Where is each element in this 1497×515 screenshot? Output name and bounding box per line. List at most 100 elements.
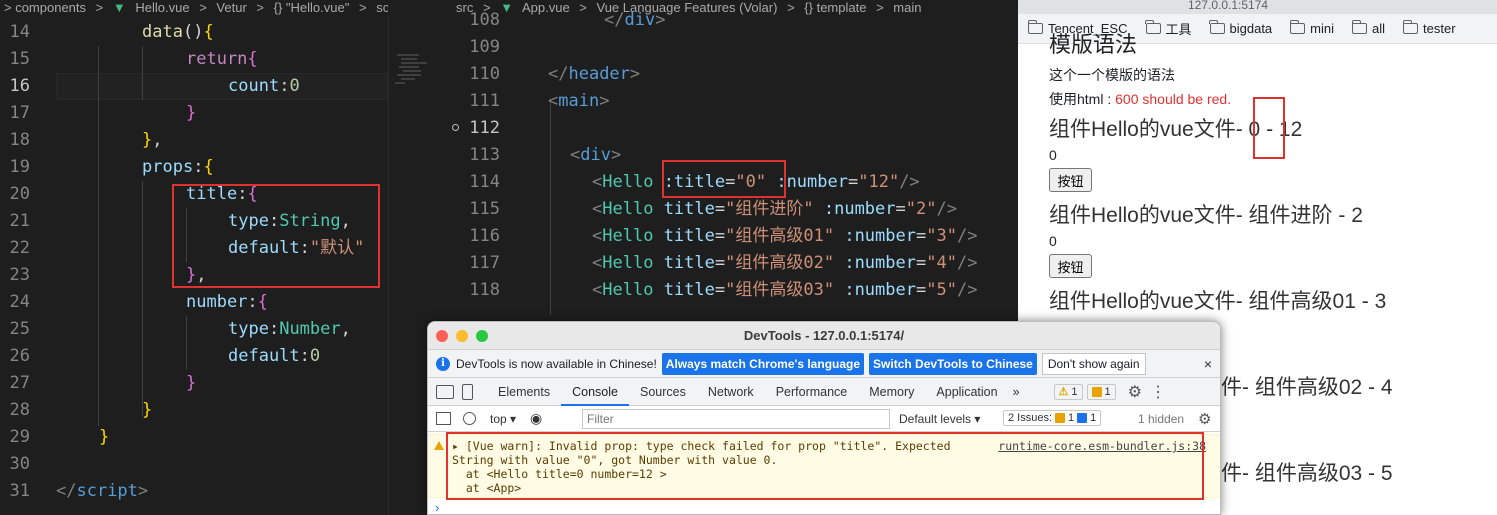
issues-badge[interactable]: 1 xyxy=(1086,383,1116,400)
devtools-window[interactable]: DevTools - 127.0.0.1:5174/ i DevTools is… xyxy=(427,321,1221,515)
code-text: } xyxy=(186,103,197,123)
code-line[interactable]: 19 props:{ xyxy=(0,154,388,181)
template-intro: 这个一个模版的语法 xyxy=(1049,67,1175,83)
line-number: 14 xyxy=(9,22,30,42)
code-line[interactable]: 30 xyxy=(0,451,388,478)
code-line[interactable]: 117 <Hello title="组件高级02" :number="4"/> xyxy=(438,250,1018,277)
line-number: 109 xyxy=(469,37,500,57)
line-number: 112 xyxy=(469,118,500,138)
dont-show-again-button[interactable]: Don't show again xyxy=(1041,352,1146,375)
more-tabs-icon[interactable]: » xyxy=(1009,378,1024,406)
eye-icon[interactable]: ◉ xyxy=(530,410,542,427)
language-notice-bar: i DevTools is now available in Chinese! … xyxy=(428,350,1220,378)
code-text: default:0 xyxy=(228,346,321,366)
close-notice-icon[interactable]: × xyxy=(1204,356,1212,372)
code-line[interactable]: 110 </header> xyxy=(438,61,1018,88)
devtools-tabbar[interactable]: Elements Console Sources Network Perform… xyxy=(428,378,1220,406)
code-line[interactable]: 108 </div> xyxy=(438,7,1018,34)
tab-console[interactable]: Console xyxy=(561,378,629,406)
folder-icon xyxy=(1351,20,1368,34)
line-number: 31 xyxy=(9,481,30,501)
line-number: 17 xyxy=(9,103,30,123)
line-number: 118 xyxy=(469,280,500,300)
clear-console-icon[interactable] xyxy=(463,412,476,425)
bookmark-folder[interactable]: 工具 xyxy=(1145,19,1192,38)
tab-elements[interactable]: Elements xyxy=(487,378,561,406)
bookmark-folder[interactable]: mini xyxy=(1289,20,1334,36)
folder-icon xyxy=(1145,20,1161,34)
code-line[interactable]: 28} xyxy=(0,397,388,424)
tab-memory[interactable]: Memory xyxy=(858,378,925,406)
switch-chinese-button[interactable]: Switch DevTools to Chinese xyxy=(869,352,1037,375)
breadcrumb-item[interactable]: Vetur xyxy=(216,0,246,15)
code-line[interactable]: 111 <main> xyxy=(438,88,1018,115)
console-prompt[interactable]: › xyxy=(435,500,439,514)
code-line[interactable]: 15 return{ xyxy=(0,46,388,73)
warnings-badge[interactable]: ⚠ 1 xyxy=(1053,383,1083,400)
code-line[interactable]: 24 number:{ xyxy=(0,289,388,316)
devtools-title: DevTools - 127.0.0.1:5174/ xyxy=(743,328,905,343)
context-selector[interactable]: top ▾ xyxy=(490,412,516,426)
code-line[interactable]: 25 type:Number, xyxy=(0,316,388,343)
bookmark-folder[interactable]: tester xyxy=(1402,20,1456,36)
bookmark-label: 工具 xyxy=(1165,22,1192,37)
line-number: 15 xyxy=(9,49,30,69)
console-toolbar[interactable]: top ▾ ◉ Filter Default levels ▾ 2 Issues… xyxy=(428,406,1220,432)
code-line[interactable]: 31 </script> xyxy=(0,478,388,505)
line-number: 28 xyxy=(9,400,30,420)
warning-icon xyxy=(434,441,444,450)
device-toggle-icon[interactable] xyxy=(462,383,473,400)
code-line[interactable]: 17} xyxy=(0,100,388,127)
bookmark-folder[interactable]: bigdata xyxy=(1209,20,1273,36)
code-line[interactable]: 27} xyxy=(0,370,388,397)
bookmark-folder[interactable]: all xyxy=(1351,20,1385,36)
bookmark-label: tester xyxy=(1423,21,1456,36)
tab-performance[interactable]: Performance xyxy=(765,378,859,406)
code-text: type:Number, xyxy=(228,319,351,339)
code-line[interactable]: 112 xyxy=(438,115,1018,142)
left-code-editor[interactable]: > components > ▼ Hello.vue > Vetur > {} … xyxy=(0,0,388,515)
bookmark-label: bigdata xyxy=(1229,21,1273,36)
highlight-box-title-prop xyxy=(172,184,380,288)
breadcrumb-item[interactable]: Hello.vue xyxy=(135,0,189,15)
inspect-element-icon[interactable] xyxy=(436,384,454,399)
devtools-titlebar[interactable]: DevTools - 127.0.0.1:5174/ xyxy=(428,322,1220,350)
log-levels-dropdown[interactable]: Default levels ▾ xyxy=(899,412,980,426)
increment-button[interactable]: 按钮 xyxy=(1049,168,1092,192)
code-line[interactable]: 16 count:0 xyxy=(0,73,388,100)
code-line[interactable]: 18}, xyxy=(0,127,388,154)
code-text: } xyxy=(99,427,110,447)
issue-warn-icon xyxy=(1055,413,1066,423)
issue-icon xyxy=(1091,386,1102,397)
left-breadcrumb[interactable]: > components > ▼ Hello.vue > Vetur > {} … xyxy=(0,0,388,16)
line-number: 23 xyxy=(9,265,30,285)
code-text: </header> xyxy=(548,64,641,84)
settings-gear-icon[interactable]: ⚙ xyxy=(1128,382,1142,402)
breadcrumb-item[interactable]: script xyxy=(376,0,388,15)
code-line[interactable]: 115 <Hello title="组件进阶" :number="2"/> xyxy=(438,196,1018,223)
folder-icon xyxy=(1402,20,1419,34)
tab-network[interactable]: Network xyxy=(697,378,765,406)
hello-heading: 组件Hello的vue文件- 组件进阶 - 2 xyxy=(1049,204,1363,227)
code-line[interactable]: 26 default:0 xyxy=(0,343,388,370)
breadcrumb-item[interactable]: > components xyxy=(4,0,86,15)
increment-button[interactable]: 按钮 xyxy=(1049,254,1092,278)
more-options-icon[interactable]: ⋮ xyxy=(1150,382,1166,402)
match-language-button[interactable]: Always match Chrome's language xyxy=(661,352,865,375)
sidebar-toggle-icon[interactable] xyxy=(436,412,451,425)
line-number: 117 xyxy=(469,253,500,273)
filter-input[interactable]: Filter xyxy=(582,409,890,429)
code-line[interactable]: 116 <Hello title="组件高级01" :number="3"/> xyxy=(438,223,1018,250)
issues-counter[interactable]: 2 Issues: 1 1 xyxy=(1003,410,1102,426)
code-line[interactable]: 109 xyxy=(438,34,1018,61)
address-bar[interactable]: 127.0.0.1:5174 xyxy=(1018,0,1497,14)
console-settings-icon[interactable]: ⚙ xyxy=(1198,410,1211,428)
tab-application[interactable]: Application xyxy=(925,378,1008,406)
code-line[interactable]: 14 data(){ xyxy=(0,19,388,46)
code-text: props:{ xyxy=(142,157,214,177)
tab-sources[interactable]: Sources xyxy=(629,378,697,406)
code-line[interactable]: 118 <Hello title="组件高级03" :number="5"/> xyxy=(438,277,1018,304)
warning-icon: ⚠ xyxy=(1058,386,1069,398)
code-line[interactable]: 29} xyxy=(0,424,388,451)
breadcrumb-item[interactable]: {} "Hello.vue" xyxy=(274,0,350,15)
